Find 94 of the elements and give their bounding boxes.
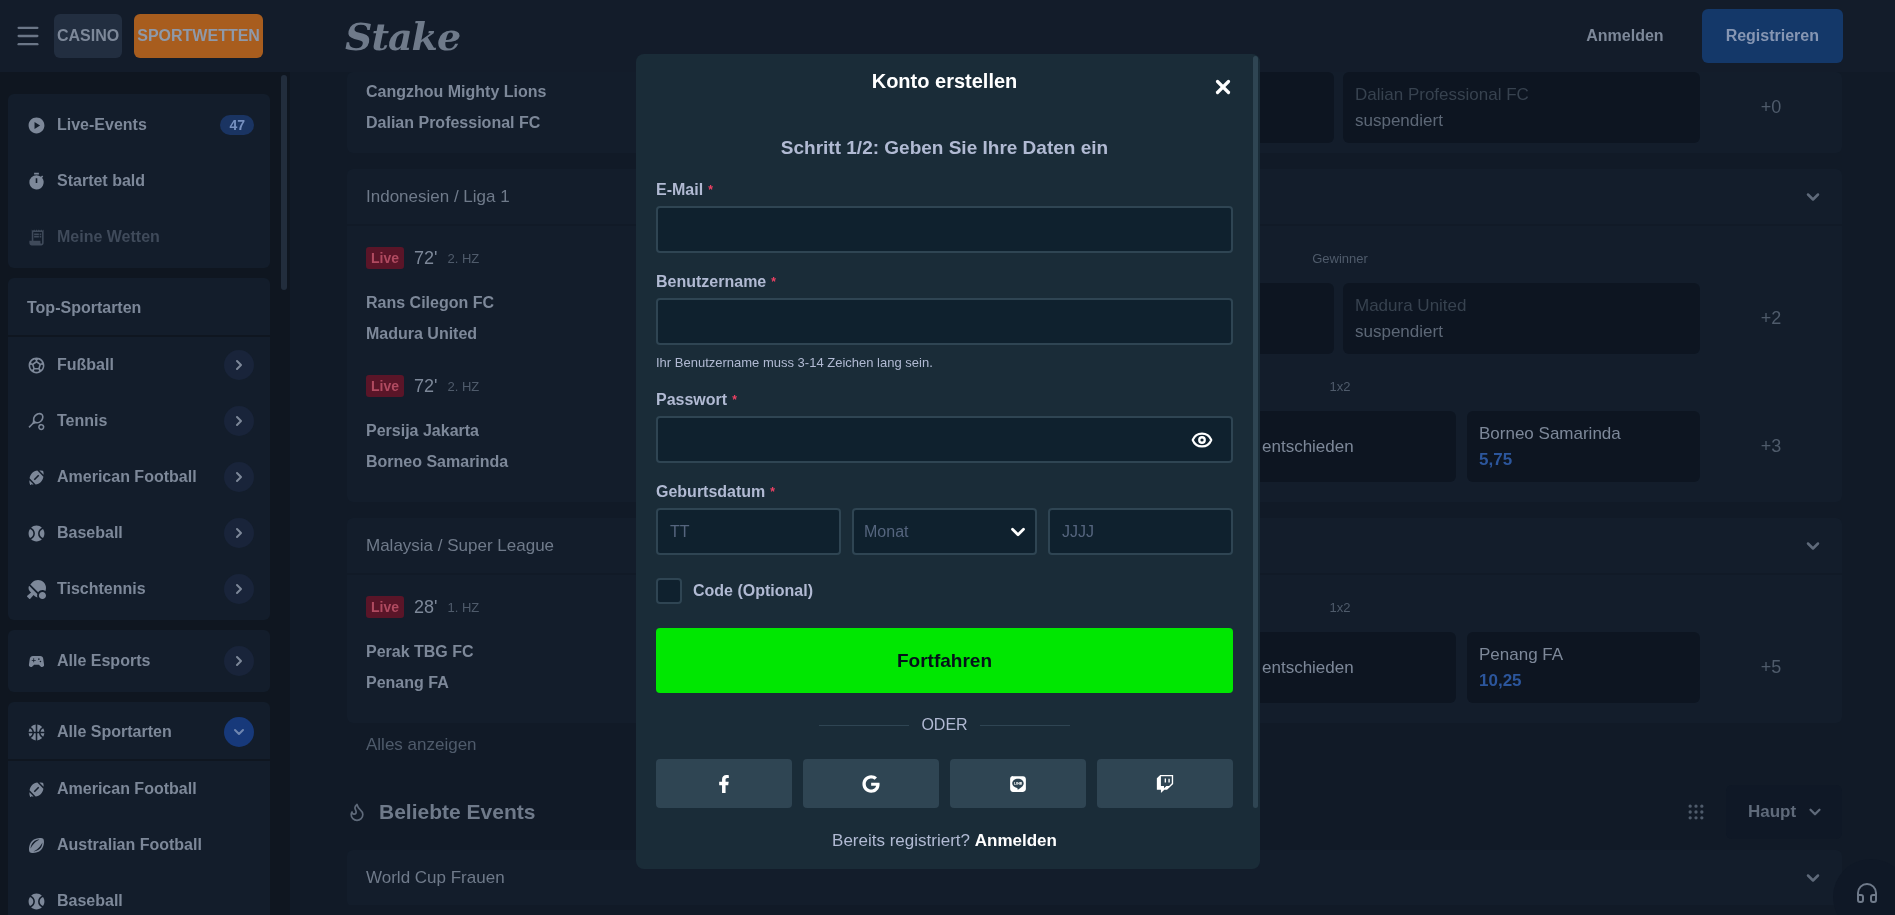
input-field[interactable] (656, 206, 1233, 253)
input-field[interactable] (656, 298, 1233, 345)
team-name: Dalian Professional FC (366, 113, 541, 133)
sidebar-item[interactable]: American Football (8, 449, 270, 505)
twitch-icon (1156, 774, 1174, 793)
input-field[interactable]: TT (656, 508, 841, 555)
baseball-icon (27, 523, 46, 543)
market-label: Gewinner (1311, 250, 1369, 266)
dialog-title: Konto erstellen (871, 70, 1018, 94)
match-minute: 28' (414, 596, 438, 618)
grid-icon[interactable] (1686, 802, 1706, 822)
flame-icon (347, 802, 367, 822)
password-field[interactable] (656, 416, 1233, 463)
expand-button[interactable] (224, 462, 254, 492)
live-badge: Live (366, 375, 404, 397)
step-subtitle: Schritt 1/2: Geben Sie Ihre Daten ein (779, 136, 1110, 160)
group-heading: Top-Sportarten (8, 281, 270, 337)
more-markets-link[interactable]: +0 (1700, 72, 1842, 143)
code-checkbox[interactable] (656, 578, 682, 604)
play-icon (27, 115, 46, 135)
baseball-icon (27, 891, 46, 911)
match-period: 1. HZ (447, 599, 480, 615)
social-login-button[interactable] (950, 759, 1086, 808)
field-label: Passwort * (656, 390, 738, 410)
expand-button[interactable] (224, 350, 254, 380)
section-title: Beliebte Events (379, 800, 536, 824)
register-button[interactable]: Registrieren (1701, 9, 1843, 63)
continue-button[interactable]: Fortfahren (656, 628, 1233, 693)
sidebar-item[interactable]: Live-Events 47 (8, 97, 270, 153)
team-name: Borneo Samarinda (366, 452, 509, 472)
more-markets-link[interactable]: +2 (1700, 283, 1842, 354)
login-prompt: Bereits registriert? Anmelden (831, 831, 1058, 851)
receipt-icon (27, 227, 46, 247)
expand-button[interactable] (224, 406, 254, 436)
market-label: 1x2 (1328, 599, 1352, 615)
match-period: 2. HZ (447, 378, 480, 394)
scrollbar-thumb[interactable] (1253, 56, 1258, 808)
login-button[interactable]: Anmelden (1578, 19, 1672, 53)
expand-button[interactable] (224, 717, 254, 747)
sidebar-item[interactable]: Startet bald (8, 153, 270, 209)
stopwatch-icon (27, 171, 46, 191)
expand-button[interactable] (224, 574, 254, 604)
market-label: 1x2 (1328, 378, 1352, 394)
input-field[interactable]: JJJJ (1048, 508, 1233, 555)
live-badge: Live (366, 247, 404, 269)
field-label: E-Mail * (656, 180, 714, 200)
league-name: World Cup Frauen (366, 867, 505, 888)
more-markets-link[interactable]: +3 (1700, 411, 1842, 482)
expand-button[interactable] (224, 518, 254, 548)
team-name: Penang FA (366, 673, 449, 693)
expand-button[interactable] (224, 646, 254, 676)
live-badge: Live (366, 596, 404, 618)
scrollbar-thumb[interactable] (281, 75, 287, 290)
tennis-icon (27, 411, 46, 431)
sidebar-item[interactable]: Baseball (8, 873, 270, 915)
divider-text: ODER (921, 716, 968, 734)
field-label: Geburtsdatum * (656, 482, 776, 502)
field-label: Benutzername * (656, 272, 777, 292)
sidebar-item[interactable]: Alle Esports (8, 633, 270, 689)
team-name: Cangzhou Mighty Lions (366, 82, 547, 102)
team-name: Rans Cilegon FC (366, 293, 494, 313)
social-login-button[interactable] (803, 759, 939, 808)
logo[interactable]: Stake (345, 13, 461, 59)
nav-tab[interactable]: CASINO (54, 14, 123, 58)
login-link[interactable]: Anmelden (974, 831, 1057, 850)
sidebar-item[interactable]: Australian Football (8, 817, 270, 873)
odds-button[interactable]: Penang FA 10,25 (1467, 632, 1700, 703)
table-tennis-icon (27, 579, 46, 599)
google-icon (862, 774, 880, 793)
basketball-icon (27, 722, 46, 742)
sidebar-item[interactable]: Tennis (8, 393, 270, 449)
team-name: Persija Jakarta (366, 421, 479, 441)
league-name: Indonesien / Liga 1 (366, 186, 510, 207)
line-icon (1009, 774, 1027, 793)
match-period: 2. HZ (447, 250, 480, 266)
month-select[interactable]: Monat (852, 508, 1037, 555)
sidebar-item[interactable]: Tischtennis (8, 561, 270, 617)
odds-button[interactable]: Borneo Samarinda 5,75 (1467, 411, 1700, 482)
checkbox-label: Code (Optional) (693, 582, 813, 600)
count-badge: 47 (220, 115, 254, 135)
sidebar-item[interactable]: Baseball (8, 505, 270, 561)
field-hint: Ihr Benutzername muss 3-14 Zeichen lang sein. (656, 355, 934, 371)
sidebar-item[interactable]: American Football (8, 761, 270, 817)
match-minute: 72' (414, 247, 438, 269)
team-name: Perak TBG FC (366, 642, 474, 662)
sidebar-item[interactable]: Fußball (8, 337, 270, 393)
football-icon (27, 779, 46, 799)
team-name: Madura United (366, 324, 478, 344)
league-name: Malaysia / Super League (366, 535, 555, 556)
more-markets-link[interactable]: +5 (1700, 632, 1842, 703)
headset-icon (1855, 881, 1879, 905)
match-minute: 72' (414, 375, 438, 397)
show-all-link[interactable]: Alles anzeigen (347, 735, 496, 755)
football-icon (27, 467, 46, 487)
